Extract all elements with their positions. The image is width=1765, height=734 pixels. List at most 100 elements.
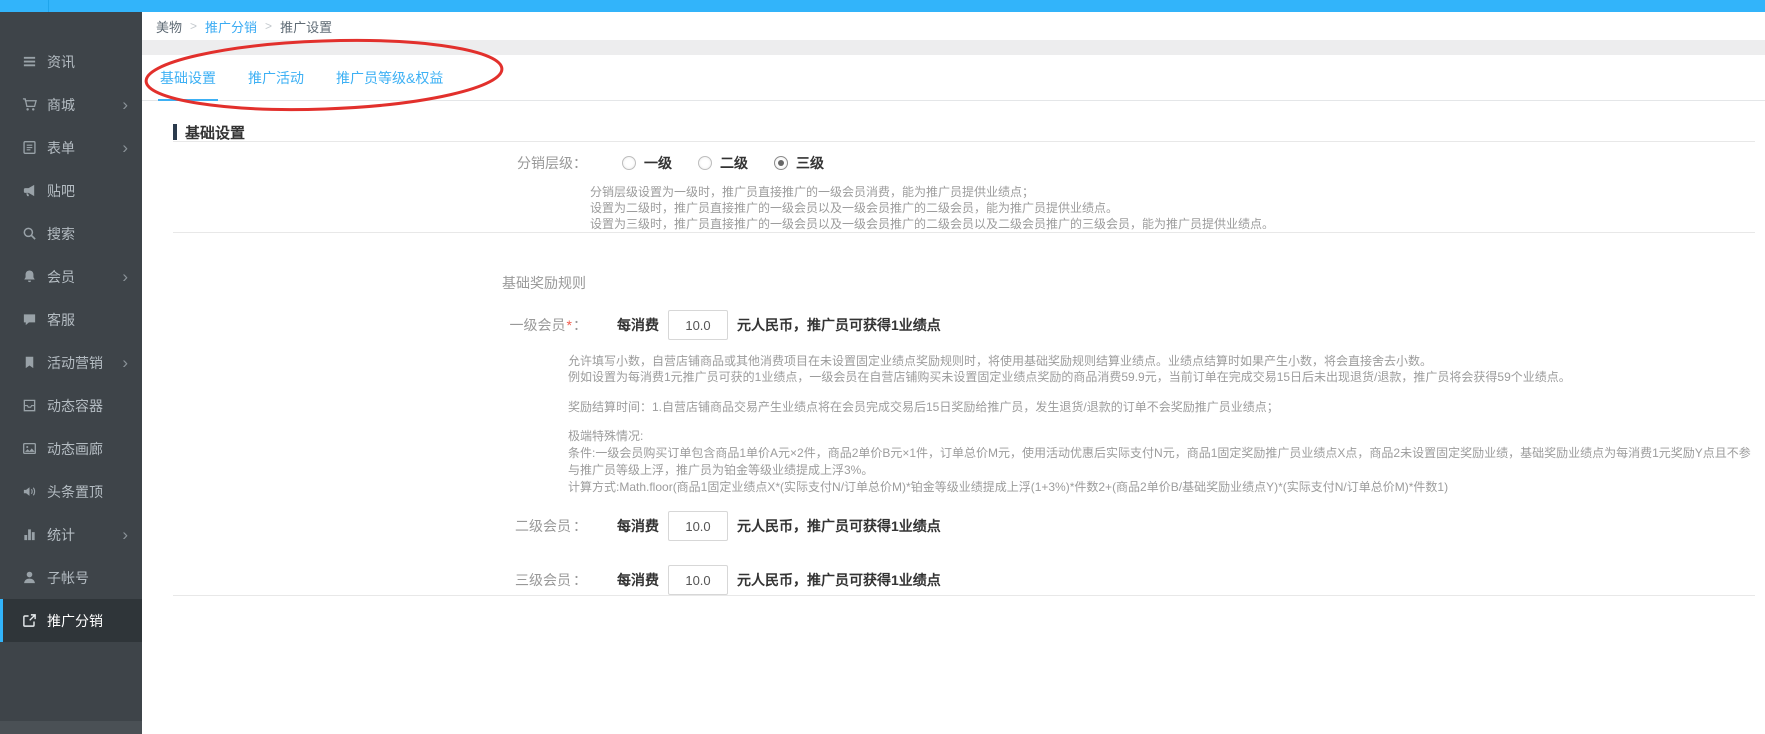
- chevron-right-icon: ›: [122, 354, 128, 371]
- sidebar-item-news[interactable]: 资讯: [0, 40, 142, 83]
- level1-amount-input[interactable]: [668, 310, 728, 340]
- consume-prefix-text: 每消费: [617, 570, 659, 590]
- level3-member-row: 三级会员： 每消费 元人民币，推广员可获得1业绩点: [173, 565, 1755, 595]
- sidebar-item-sub-account[interactable]: 子帐号: [0, 556, 142, 599]
- sidebar-item-label: 推广分销: [47, 611, 103, 631]
- sidebar-item-label: 搜索: [47, 224, 75, 244]
- sidebar-item-activity-marketing[interactable]: 活动营销 ›: [0, 341, 142, 384]
- chat-icon: [22, 312, 38, 328]
- container-icon: [22, 398, 38, 414]
- reward-suffix-text: 元人民币，推广员可获得1业绩点: [737, 315, 941, 335]
- main-area: 美物>推广分销>推广设置 基础设置推广活动推广员等级&权益 基础设置 分销层级：…: [142, 12, 1765, 734]
- level2-member-label: 二级会员：: [173, 516, 587, 536]
- level-help-line: 设置为二级时，推广员直接推广的一级会员以及一级会员推广的二级会员，能为推广员提供…: [590, 200, 1755, 216]
- breadcrumb-separator: >: [265, 19, 272, 33]
- stats-icon: [22, 527, 38, 543]
- sidebar-item-dynamic-gallery[interactable]: 动态画廊: [0, 427, 142, 470]
- level1-member-label: 一级会员*：: [173, 315, 587, 335]
- level-radio-2[interactable]: 二级: [698, 153, 748, 173]
- sidebar-item-label: 头条置顶: [47, 482, 103, 502]
- share-icon: [22, 613, 38, 629]
- level2-member-row: 二级会员：每消费元人民币，推广员可获得1业绩点: [173, 511, 1755, 541]
- level-help-line: 分销层级设置为一级时，推广员直接推广的一级会员消费，能为推广员提供业绩点；: [590, 184, 1755, 200]
- section-title-bar: [173, 124, 177, 140]
- reward-group-label: 基础奖励规则: [502, 273, 1755, 293]
- extreme-case-condition: 条件:一级会员购买订单包含商品1单价A元×2件，商品2单价B元×1件，订单总价M…: [568, 445, 1755, 479]
- user-icon: [22, 570, 38, 586]
- sidebar-item-tieba[interactable]: 贴吧: [0, 169, 142, 212]
- sidebar-item-label: 客服: [47, 310, 75, 330]
- level-radio-1[interactable]: 一级: [622, 153, 672, 173]
- breadcrumb-separator: >: [190, 19, 197, 33]
- required-asterisk: *: [567, 317, 572, 333]
- sidebar-item-member[interactable]: 会员 ›: [0, 255, 142, 298]
- sidebar-item-label: 资讯: [47, 52, 75, 72]
- chevron-right-icon: ›: [122, 526, 128, 543]
- reward-suffix-text: 元人民币，推广员可获得1业绩点: [737, 570, 941, 590]
- sidebar-item-promotion-distribution[interactable]: 推广分销: [0, 599, 142, 642]
- radio-label[interactable]: 一级: [644, 153, 672, 173]
- sidebar-item-label: 贴吧: [47, 181, 75, 201]
- speaker-icon: [22, 484, 38, 500]
- radio-circle-icon[interactable]: [774, 156, 788, 170]
- distribution-level-help: 分销层级设置为一级时，推广员直接推广的一级会员消费，能为推广员提供业绩点；设置为…: [590, 184, 1755, 232]
- search-icon: [22, 226, 38, 242]
- chevron-right-icon: ›: [122, 96, 128, 113]
- sidebar-item-label: 统计: [47, 525, 75, 545]
- extreme-case-title: 极端特殊情况:: [568, 428, 1755, 445]
- level2-amount-input[interactable]: [668, 511, 728, 541]
- tab-promoter-level-rights[interactable]: 推广员等级&权益: [334, 55, 445, 100]
- sidebar-nav: 资讯商城› 表单 › 贴吧搜索会员 › 客服活动营销 › 动态容器动态画廊头条置顶统计 › 子帐号…: [0, 12, 142, 642]
- reward-suffix-text: 元人民币，推广员可获得1业绩点: [737, 516, 941, 536]
- list-icon: [22, 54, 38, 70]
- bookmark-icon: [22, 355, 38, 371]
- chevron-right-icon: ›: [122, 139, 128, 156]
- sidebar-item-headline-top[interactable]: 头条置顶: [0, 470, 142, 513]
- level-radio-3[interactable]: 三级: [774, 153, 824, 173]
- divider: [173, 141, 1755, 142]
- distribution-level-label: 分销层级：: [173, 153, 587, 173]
- sidebar-item-statistics[interactable]: 统计 ›: [0, 513, 142, 556]
- tab-basic-settings[interactable]: 基础设置: [158, 55, 218, 100]
- megaphone-icon: [22, 183, 38, 199]
- consume-prefix-text: 每消费: [617, 315, 659, 335]
- breadcrumb-item: 美物: [156, 17, 182, 36]
- page-background-gap: [142, 40, 1765, 55]
- tab-bar: 基础设置推广活动推广员等级&权益: [142, 55, 1765, 101]
- sidebar-item-customer-service[interactable]: 客服: [0, 298, 142, 341]
- radio-label[interactable]: 三级: [796, 153, 824, 173]
- bell-icon: [22, 269, 38, 285]
- sidebar: 资讯商城› 表单 › 贴吧搜索会员 › 客服活动营销 › 动态容器动态画廊头条置顶统计 › 子帐号…: [0, 12, 142, 734]
- reward-help-line: 允许填写小数，自营店铺商品或其他消费项目在未设置固定业绩点奖励规则时，将使用基础…: [568, 353, 1755, 369]
- breadcrumb-item[interactable]: 推广分销: [205, 17, 257, 36]
- breadcrumb-item: 推广设置: [280, 17, 332, 36]
- topbar-divider: [48, 0, 49, 12]
- sidebar-item-label: 表单: [47, 138, 75, 158]
- reward-help-text: 允许填写小数，自营店铺商品或其他消费项目在未设置固定业绩点奖励规则时，将使用基础…: [568, 353, 1755, 385]
- tab-content: 基础设置 分销层级： 一级 二级 三级 分销层级设置为一级时，推广员直接推广的一级会…: [142, 123, 1765, 596]
- level1-member-row: 一级会员*： 每消费 元人民币，推广员可获得1业绩点: [173, 310, 1755, 340]
- settings-panel: 基础设置推广活动推广员等级&权益 基础设置 分销层级： 一级二级三级 分销层级设…: [142, 55, 1765, 596]
- sidebar-item-label: 会员: [47, 267, 75, 287]
- radio-label[interactable]: 二级: [720, 153, 748, 173]
- level3-amount-input[interactable]: [668, 565, 728, 595]
- divider: [173, 595, 1755, 596]
- sidebar-item-dynamic-container[interactable]: 动态容器: [0, 384, 142, 427]
- chevron-right-icon: ›: [122, 268, 128, 285]
- level-help-line: 设置为三级时，推广员直接推广的一级会员以及一级会员推广的二级会员以及二级会员推广…: [590, 216, 1755, 232]
- sidebar-item-label: 活动营销: [47, 353, 103, 373]
- sidebar-item-label: 动态容器: [47, 396, 103, 416]
- sidebar-item-mall[interactable]: 商城›: [0, 83, 142, 126]
- section-title: 基础设置: [173, 123, 1755, 141]
- reward-help-line: 例如设置为每消费1元推广员可获的1业绩点，一级会员在自营店铺购买未设置固定业绩点…: [568, 369, 1755, 385]
- radio-circle-icon[interactable]: [622, 156, 636, 170]
- sidebar-item-search[interactable]: 搜索: [0, 212, 142, 255]
- topbar: [0, 0, 1765, 12]
- sidebar-footer-strip: [0, 721, 142, 734]
- settlement-note: 奖励结算时间：1.自营店铺商品交易产生业绩点将在会员完成交易后15日奖励给推广员…: [568, 399, 1755, 415]
- sidebar-item-form[interactable]: 表单 ›: [0, 126, 142, 169]
- level3-member-label: 三级会员：: [173, 570, 587, 590]
- radio-circle-icon[interactable]: [698, 156, 712, 170]
- tab-promotion-activity[interactable]: 推广活动: [246, 55, 306, 100]
- distribution-level-radio-group: 一级 二级 三级: [622, 153, 850, 173]
